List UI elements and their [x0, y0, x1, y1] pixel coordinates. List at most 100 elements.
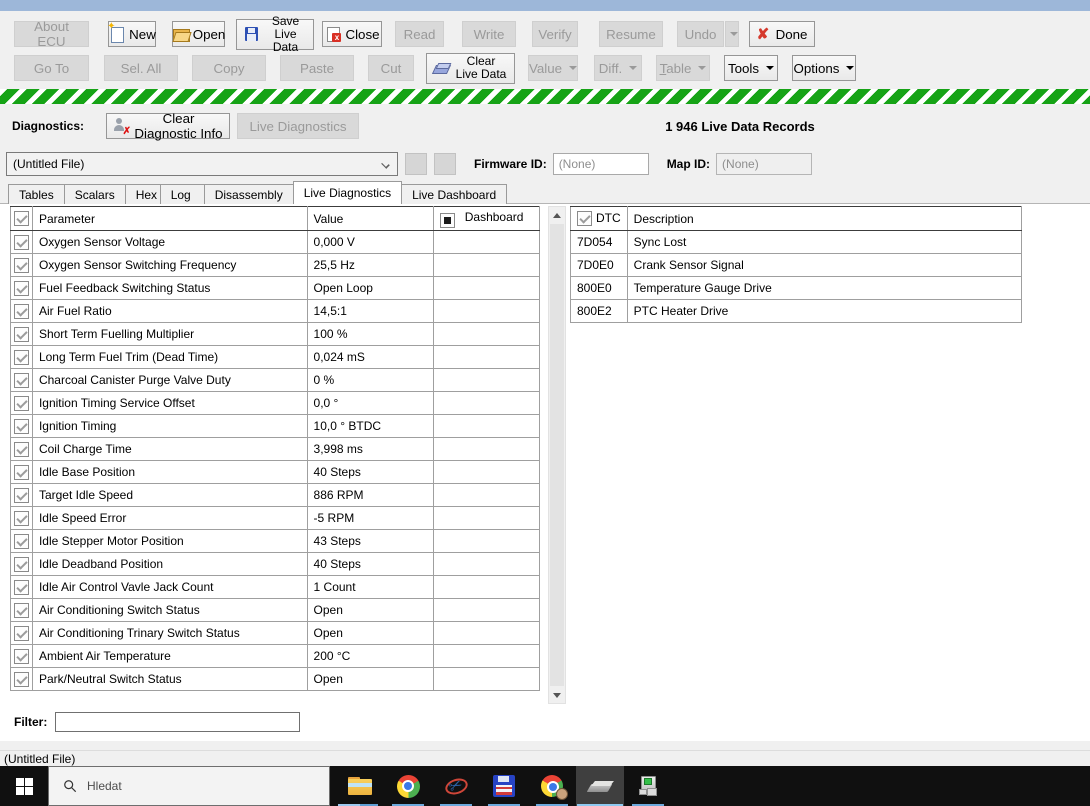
parameter-row: Oxygen Sensor Voltage 0,000 V: [10, 230, 540, 254]
file-nav-button-1[interactable]: [405, 153, 427, 175]
parameter-dashboard-cell[interactable]: [433, 253, 540, 277]
start-button[interactable]: [0, 766, 48, 806]
scroll-up-arrow[interactable]: [549, 207, 565, 223]
tools-dropdown[interactable]: Tools: [724, 55, 778, 81]
parameter-checkbox[interactable]: [13, 418, 29, 434]
parameter-checkbox[interactable]: [13, 303, 29, 319]
taskbar-ecu-app-active[interactable]: [576, 766, 624, 806]
parameter-value-cell: 14,5:1: [306, 299, 435, 323]
parameter-dashboard-cell[interactable]: [433, 598, 540, 622]
parameter-checkbox[interactable]: [13, 441, 29, 457]
clear-live-data-button[interactable]: Clear Live Data: [426, 52, 515, 84]
tab-live-diagnostics[interactable]: Live Diagnostics: [292, 181, 403, 204]
chevron-down-icon: [629, 66, 638, 70]
taskbar-floppy-app[interactable]: [480, 766, 528, 806]
parameter-dashboard-cell[interactable]: [433, 644, 540, 668]
parameter-row: Air Conditioning Trinary Switch Status O…: [10, 621, 540, 645]
undo-button: Undo: [677, 21, 724, 47]
vertical-scrollbar[interactable]: [548, 206, 566, 704]
parameter-checkbox[interactable]: [13, 372, 29, 388]
open-folder-icon: [172, 26, 190, 42]
parameter-name-cell: Target Idle Speed: [31, 483, 308, 507]
parameter-dashboard-cell[interactable]: [433, 345, 540, 369]
parameter-dashboard-cell[interactable]: [433, 368, 540, 392]
file-select-value: (Untitled File): [13, 157, 85, 171]
dtc-select-all-checkbox[interactable]: [577, 211, 592, 227]
tab-live-dashboard[interactable]: Live Dashboard: [401, 184, 508, 204]
parameter-dashboard-cell[interactable]: [433, 621, 540, 645]
parameter-value-cell: 25,5 Hz: [306, 253, 435, 277]
parameter-dashboard-cell[interactable]: [433, 552, 540, 576]
parameter-checkbox[interactable]: [13, 556, 29, 572]
parameter-dashboard-cell[interactable]: [433, 322, 540, 346]
file-nav-button-2[interactable]: [434, 153, 456, 175]
parameter-dashboard-cell[interactable]: [433, 414, 540, 438]
taskbar-snipping-tool[interactable]: [432, 766, 480, 806]
map-id-field[interactable]: [716, 153, 813, 175]
taskbar-chrome[interactable]: [384, 766, 432, 806]
parameter-checkbox[interactable]: [13, 395, 29, 411]
parameter-dashboard-cell[interactable]: [433, 483, 540, 507]
scroll-down-arrow[interactable]: [549, 687, 565, 703]
dashboard-all-checkbox[interactable]: [440, 212, 456, 228]
dashboard-header-label: Dashboard: [464, 209, 524, 224]
diagnostics-label: Diagnostics:: [12, 119, 85, 133]
tab-scalars[interactable]: Scalars: [63, 184, 126, 204]
parameter-dashboard-cell[interactable]: [433, 529, 540, 553]
parameter-checkbox[interactable]: [13, 349, 29, 365]
select-all-checkbox[interactable]: [13, 211, 29, 227]
parameter-dashboard-cell[interactable]: [433, 391, 540, 415]
parameter-checkbox[interactable]: [13, 533, 29, 549]
parameter-name-cell: Ignition Timing: [31, 414, 308, 438]
parameter-checkbox[interactable]: [13, 257, 29, 273]
select-all-button: Sel. All: [104, 55, 178, 81]
scrollbar-thumb[interactable]: [550, 224, 564, 686]
parameter-dashboard-cell[interactable]: [433, 506, 540, 530]
taskbar-search[interactable]: Hledat: [48, 766, 330, 806]
parameter-checkbox[interactable]: [13, 464, 29, 480]
parameter-checkbox[interactable]: [13, 579, 29, 595]
parameter-checkbox[interactable]: [13, 326, 29, 342]
options-dropdown[interactable]: Options: [792, 55, 856, 81]
new-button[interactable]: New: [107, 21, 156, 47]
parameter-checkbox[interactable]: [13, 602, 29, 618]
parameter-column-header: Parameter: [31, 206, 308, 231]
firmware-id-field[interactable]: [552, 153, 649, 175]
dtc-code-cell: 7D054: [570, 230, 628, 254]
taskbar-device-app[interactable]: [624, 766, 672, 806]
done-button[interactable]: Done: [749, 21, 815, 47]
parameter-dashboard-cell[interactable]: [433, 299, 540, 323]
parameter-checkbox[interactable]: [13, 671, 29, 687]
live-diagnostics-panel: Parameter Value Dashboard Oxygen Sensor …: [0, 203, 1090, 741]
parameter-checkbox[interactable]: [13, 510, 29, 526]
tab-log[interactable]: Log: [159, 184, 205, 204]
tab-disassembly[interactable]: Disassembly: [203, 184, 294, 204]
dtc-row: 7D054 Sync Lost: [570, 230, 1023, 254]
filter-input[interactable]: [55, 712, 301, 732]
parameter-checkbox[interactable]: [13, 625, 29, 641]
clear-diagnostic-info-button[interactable]: ✗ Clear Diagnostic Info: [106, 111, 231, 141]
taskbar-file-explorer[interactable]: [336, 766, 384, 806]
parameter-dashboard-cell[interactable]: [433, 230, 540, 254]
eraser-icon: [433, 60, 450, 76]
parameter-row: Short Term Fuelling Multiplier 100 %: [10, 322, 540, 346]
parameter-dashboard-cell[interactable]: [433, 667, 540, 691]
parameter-dashboard-cell[interactable]: [433, 276, 540, 300]
parameter-dashboard-cell[interactable]: [433, 460, 540, 484]
taskbar-chrome-profile[interactable]: [528, 766, 576, 806]
tab-tables[interactable]: Tables: [8, 184, 65, 204]
parameter-value-cell: -5 RPM: [306, 506, 435, 530]
close-button[interactable]: Close: [322, 21, 382, 47]
parameter-checkbox[interactable]: [13, 648, 29, 664]
parameter-checkbox[interactable]: [13, 487, 29, 503]
save-live-data-button[interactable]: Save Live Data: [236, 14, 314, 53]
parameter-dashboard-cell[interactable]: [433, 437, 540, 461]
parameter-checkbox[interactable]: [13, 234, 29, 250]
file-select-dropdown[interactable]: (Untitled File): [6, 152, 398, 176]
search-icon: [64, 780, 77, 793]
open-button[interactable]: Open: [172, 21, 225, 47]
parameter-dashboard-cell[interactable]: [433, 575, 540, 599]
parameter-checkbox-cell: [10, 483, 33, 507]
parameter-checkbox[interactable]: [13, 280, 29, 296]
tab-hex[interactable]: Hex: [124, 184, 161, 204]
